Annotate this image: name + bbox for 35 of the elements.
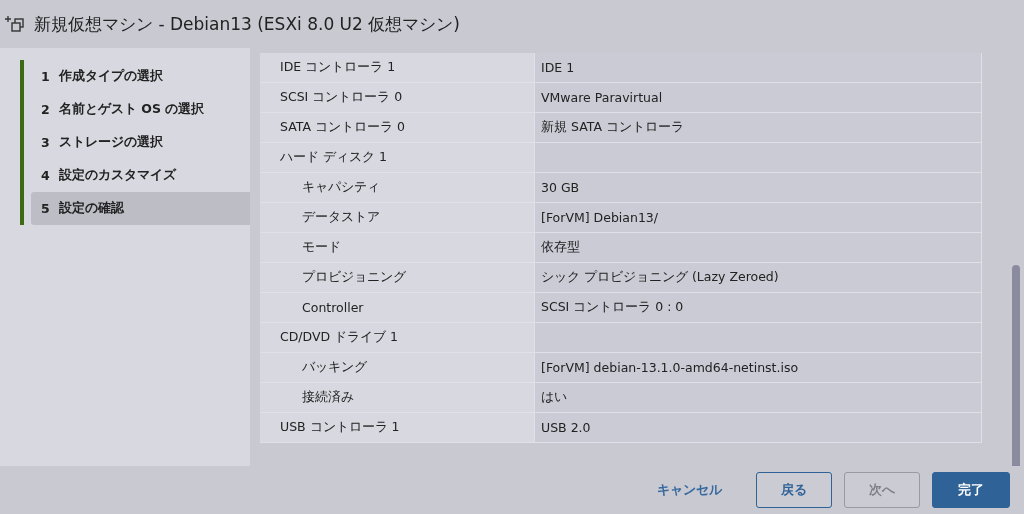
table-cell: IDE 1 <box>534 53 982 82</box>
table-cell: モード <box>260 233 534 262</box>
table-cell: キャパシティ <box>260 173 534 202</box>
window-title: 新規仮想マシン - Debian13 (ESXi 8.0 U2 仮想マシン) <box>34 12 460 36</box>
table-cell: [ForVM] Debian13/ <box>534 203 982 232</box>
table-cell: USB コントローラ 1 <box>260 413 534 442</box>
table-cell: データストア <box>260 203 534 232</box>
cancel-link[interactable]: キャンセル <box>643 472 736 508</box>
table-cell: IDE コントローラ 1 <box>260 53 534 82</box>
wizard-step[interactable]: 5 設定の確認 <box>31 192 250 225</box>
wizard-step[interactable]: 4 設定のカスタマイズ <box>31 159 250 192</box>
table-cell: VMware Paravirtual <box>534 83 982 112</box>
scrollbar-thumb[interactable] <box>1012 265 1020 466</box>
table-cell: バッキング <box>260 353 534 382</box>
new-vm-icon <box>4 15 26 33</box>
table-cell: 接続済み <box>260 383 534 412</box>
table-cell: [ForVM] debian-13.1.0-amd64-netinst.iso <box>534 353 982 382</box>
table-cell: CD/DVD ドライブ 1 <box>260 323 534 352</box>
wizard-step[interactable]: 3 ストレージの選択 <box>31 126 250 159</box>
wizard-button[interactable]: 戻る <box>756 472 832 508</box>
table-cell: 新規 SATA コントローラ <box>534 113 982 142</box>
table-cell: 依存型 <box>534 233 982 262</box>
wizard-step[interactable]: 1 作成タイプの選択 <box>31 60 250 93</box>
table-cell: はい <box>534 383 982 412</box>
table-cell: Controller <box>260 293 534 322</box>
table-cell: SATA コントローラ 0 <box>260 113 534 142</box>
table-cell: SCSI コントローラ 0 <box>260 83 534 112</box>
table-cell: USB 2.0 <box>534 413 982 442</box>
table-cell: ハード ディスク 1 <box>260 143 534 172</box>
table-cell: SCSI コントローラ 0 : 0 <box>534 293 982 322</box>
table-cell: シック プロビジョニング (Lazy Zeroed) <box>534 263 982 292</box>
wizard-step[interactable]: 2 名前とゲスト OS の選択 <box>31 93 250 126</box>
table-cell: 30 GB <box>534 173 982 202</box>
table-cell: プロビジョニング <box>260 263 534 292</box>
finish-button[interactable]: 完了 <box>932 472 1010 508</box>
